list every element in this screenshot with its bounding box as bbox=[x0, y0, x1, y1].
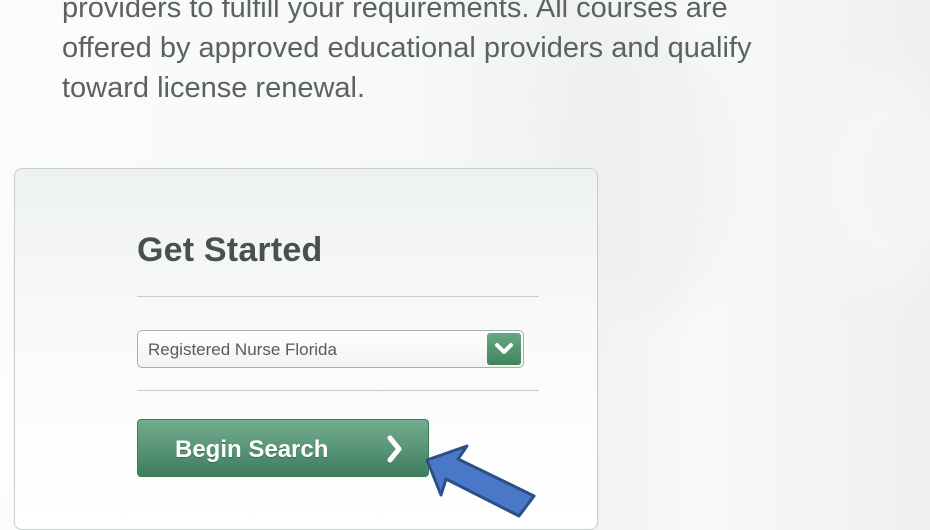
select-divider bbox=[137, 390, 539, 391]
begin-search-label: Begin Search bbox=[175, 436, 329, 463]
title-divider bbox=[137, 296, 539, 297]
intro-paragraph: providers to fulfill your requirements. … bbox=[62, 0, 922, 108]
intro-line-1: providers to fulfill your requirements. … bbox=[62, 0, 728, 24]
get-started-title: Get Started bbox=[137, 231, 323, 269]
chevron-down-icon[interactable] bbox=[487, 333, 521, 365]
begin-search-button[interactable]: Begin Search bbox=[137, 419, 429, 477]
chevron-right-icon bbox=[386, 433, 404, 465]
intro-line-3: toward license renewal. bbox=[62, 72, 366, 104]
blue-callout-arrow bbox=[425, 444, 536, 518]
license-type-select[interactable]: Registered Nurse Florida bbox=[137, 330, 524, 368]
license-type-value: Registered Nurse Florida bbox=[148, 340, 337, 359]
intro-line-2: offered by approved educational provider… bbox=[62, 32, 752, 64]
